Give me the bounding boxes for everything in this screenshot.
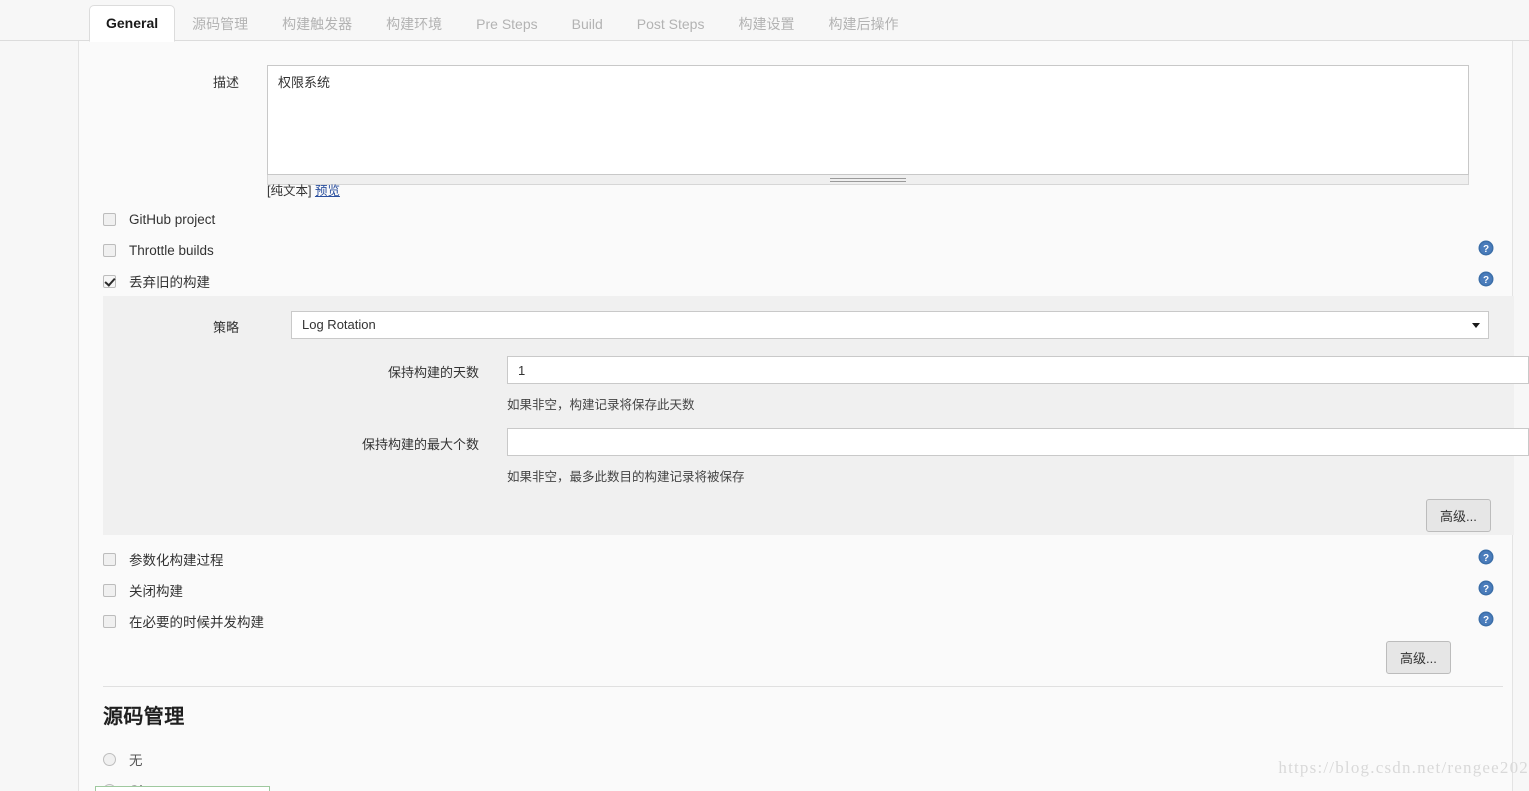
tab-post-build-actions[interactable]: 构建后操作	[811, 6, 915, 42]
parameterized-build-checkbox[interactable]	[103, 552, 116, 566]
parameterized-build-label[interactable]: 参数化构建过程	[129, 549, 224, 569]
checkbox-row-parameterized-build[interactable]: 参数化构建过程	[103, 549, 224, 569]
tab-build-settings[interactable]: 构建设置	[721, 6, 811, 42]
scm-none-radio[interactable]	[103, 752, 116, 766]
disable-build-label[interactable]: 关闭构建	[129, 580, 183, 600]
help-icon-throttle-builds[interactable]: ?	[1478, 240, 1494, 256]
tab-build[interactable]: Build	[555, 6, 620, 42]
strategy-label: 策略	[212, 320, 239, 335]
discard-old-builds-label[interactable]: 丢弃旧的构建	[129, 271, 210, 291]
checkbox-row-concurrent-build[interactable]: 在必要的时候并发构建	[103, 611, 264, 631]
svg-text:?: ?	[1483, 553, 1489, 564]
checkbox-row-throttle-builds[interactable]: Throttle builds	[103, 240, 214, 260]
plaintext-note: [纯文本]	[267, 184, 312, 198]
scm-option-none[interactable]: 无	[103, 749, 143, 769]
preview-link[interactable]: 预览	[315, 184, 340, 198]
strategy-select[interactable]: Log Rotation	[291, 311, 1489, 339]
description-label: 描述	[212, 75, 239, 90]
max-builds-hint: 如果非空，最多此数目的构建记录将被保存	[507, 470, 745, 484]
help-icon-disable-build[interactable]: ?	[1478, 580, 1494, 596]
help-icon-discard-old-builds[interactable]: ?	[1478, 271, 1494, 287]
svg-text:?: ?	[1483, 615, 1489, 626]
max-builds-label: 保持构建的最大个数	[361, 437, 479, 452]
description-links: [纯文本] 预览	[267, 180, 340, 199]
config-tabs: General 源码管理 构建触发器 构建环境 Pre Steps Build …	[89, 4, 915, 42]
strategy-select-wrapper[interactable]: Log Rotation	[291, 311, 1489, 339]
throttle-builds-checkbox[interactable]	[103, 243, 116, 257]
tab-post-steps[interactable]: Post Steps	[620, 6, 722, 42]
concurrent-build-checkbox[interactable]	[103, 614, 116, 628]
config-tabbar: General 源码管理 构建触发器 构建环境 Pre Steps Build …	[0, 0, 1529, 42]
description-input[interactable]	[267, 65, 1469, 175]
days-to-keep-hint: 如果非空，构建记录将保存此天数	[507, 398, 695, 412]
log-rotation-panel: 策略 Log Rotation 保持构建的天数 如果非空，构建记录将保存此天数 …	[103, 296, 1529, 535]
github-project-label[interactable]: GitHub project	[129, 212, 215, 227]
github-project-checkbox[interactable]	[103, 212, 116, 226]
log-rotation-advanced-button[interactable]: 高级...	[1426, 499, 1491, 532]
help-icon-parameterized-build[interactable]: ?	[1478, 549, 1494, 565]
tab-scm[interactable]: 源码管理	[175, 6, 265, 42]
discard-old-builds-checkbox[interactable]	[103, 274, 116, 288]
section-divider	[103, 686, 1503, 687]
tab-general[interactable]: General	[89, 5, 176, 42]
checkbox-row-disable-build[interactable]: 关闭构建	[103, 580, 183, 600]
disable-build-checkbox[interactable]	[103, 583, 116, 597]
jenkins-job-config-page: General 源码管理 构建触发器 构建环境 Pre Steps Build …	[0, 0, 1529, 791]
svg-text:?: ?	[1483, 584, 1489, 595]
watermark: https://blog.csdn.net/rengee202	[1278, 758, 1529, 777]
git-config-panel	[95, 786, 270, 791]
svg-text:?: ?	[1483, 275, 1489, 286]
max-builds-input[interactable]	[507, 428, 1529, 456]
checkbox-row-discard-old-builds[interactable]: 丢弃旧的构建	[103, 271, 210, 291]
help-icon-concurrent-build[interactable]: ?	[1478, 611, 1494, 627]
config-form: 描述 [纯文本] 预览 GitHub project Throttle buil…	[78, 41, 1529, 791]
svg-text:?: ?	[1483, 244, 1489, 255]
days-to-keep-label: 保持构建的天数	[387, 365, 479, 380]
concurrent-build-label[interactable]: 在必要的时候并发构建	[129, 611, 264, 631]
days-to-keep-input[interactable]	[507, 356, 1529, 384]
textarea-resize-handle[interactable]	[267, 175, 1469, 185]
scm-none-label[interactable]: 无	[129, 749, 143, 769]
general-advanced-button[interactable]: 高级...	[1386, 641, 1451, 674]
checkbox-row-github-project[interactable]: GitHub project	[103, 209, 215, 229]
tab-build-environment[interactable]: 构建环境	[369, 6, 459, 42]
throttle-builds-label[interactable]: Throttle builds	[129, 243, 214, 258]
resize-grip-icon	[830, 178, 906, 182]
scm-section-title: 源码管理	[103, 706, 185, 728]
tab-build-triggers[interactable]: 构建触发器	[265, 6, 369, 42]
tab-pre-steps[interactable]: Pre Steps	[459, 6, 554, 42]
